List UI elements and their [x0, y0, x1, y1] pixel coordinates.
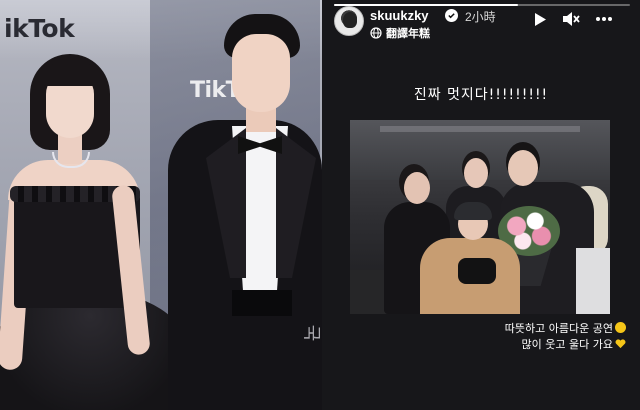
person-2-head [464, 158, 488, 188]
avatar-figure [343, 12, 357, 28]
play-button[interactable] [531, 10, 549, 28]
yellow-heart-icon [615, 339, 626, 349]
woman-bangs [42, 62, 100, 86]
globe-icon [370, 27, 382, 39]
mute-button[interactable] [562, 10, 580, 28]
man-cummerbund [232, 290, 292, 316]
smiley-emoji-icon [615, 322, 626, 333]
man-face [232, 34, 290, 112]
sticker-2-text: 많이 웃고 울다 가요 [521, 338, 613, 351]
story-caption: 진짜 멋지다!!!!!!!!! [413, 87, 549, 103]
backdrop-logo-text: ikTok [4, 14, 75, 43]
person-3-cap [454, 202, 492, 220]
story-progress-bar [334, 4, 630, 6]
mute-icon [563, 12, 580, 26]
translate-label: 翻譯年糕 [386, 27, 430, 40]
story-username[interactable]: skuukzky [370, 8, 429, 23]
more-icon [596, 17, 612, 21]
sticker-1-text: 따뜻하고 아름다운 공연 [504, 322, 613, 335]
story-text-sticker-1: 따뜻하고 아름다운 공연 [505, 320, 626, 336]
story-text-sticker-2: 많이 웃고 울다 가요 [522, 336, 626, 352]
person-3-bag [458, 258, 496, 284]
story-progress-fill [334, 4, 518, 6]
avatar[interactable] [334, 6, 364, 36]
person-1-head [404, 172, 430, 204]
person-4-head [508, 150, 538, 186]
story-timestamp: 2小時 [465, 10, 496, 24]
instagram-story[interactable]: skuukzky 2小時 翻譯年糕 진짜 멋지다!!!!!!!!! 따뜻하고 아… [322, 0, 640, 410]
photo-ceiling-light [380, 126, 580, 132]
man-bow-tie [238, 136, 282, 154]
backdrop-side-text: 국 [300, 324, 322, 342]
translate-link[interactable]: 翻譯年糕 [370, 25, 430, 41]
story-group-photo [350, 120, 610, 314]
play-icon [535, 12, 546, 26]
red-carpet-photo: ikTok TikT 국 [0, 0, 322, 410]
shopping-bag [576, 248, 610, 314]
verified-badge-icon [445, 9, 458, 22]
more-options-button[interactable] [595, 10, 613, 28]
